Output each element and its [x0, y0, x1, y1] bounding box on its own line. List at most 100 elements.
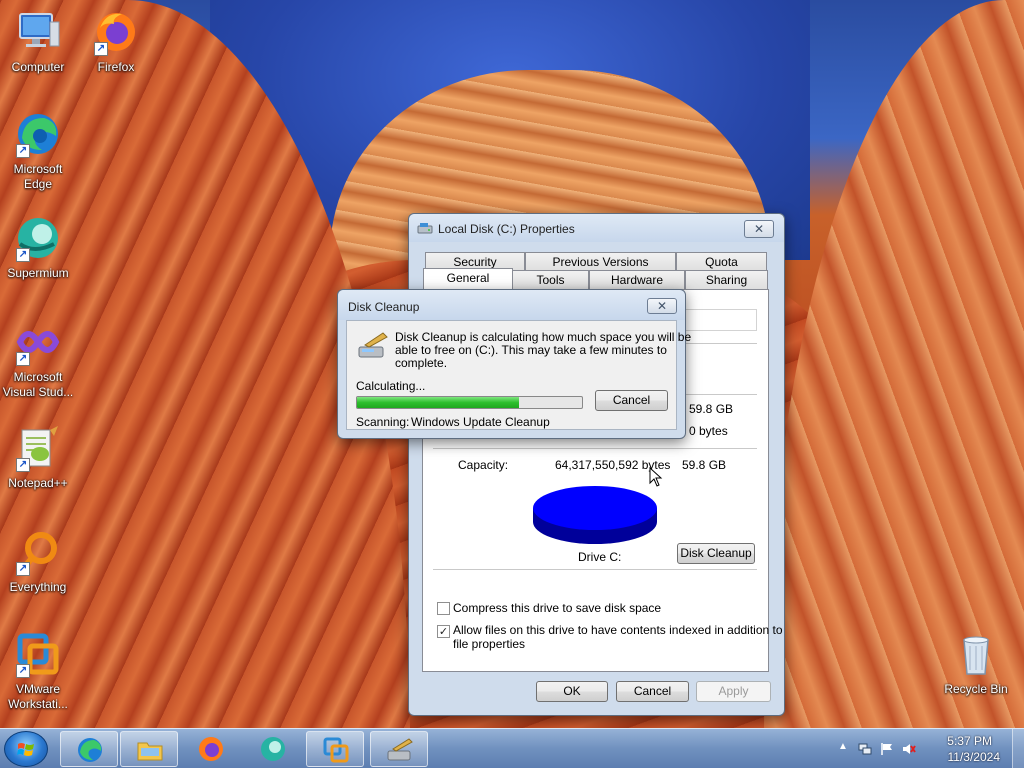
index-checkbox[interactable]: ✓: [437, 625, 450, 638]
desktop-icon-edge[interactable]: ↗ Microsoft Edge: [0, 110, 76, 192]
taskbar-firefox[interactable]: [182, 731, 240, 767]
taskbar-edge[interactable]: [60, 731, 118, 767]
separator: [433, 448, 757, 449]
computer-icon: [14, 8, 62, 56]
shortcut-arrow-icon: ↗: [16, 352, 30, 366]
index-label-line2: file properties: [453, 637, 526, 651]
action-center-flag-icon[interactable]: [880, 742, 894, 756]
cleanup-message-line2: able to free on (C:). This may take a fe…: [395, 343, 667, 357]
compress-label: Compress this drive to save disk space: [453, 601, 662, 615]
compress-checkbox[interactable]: [437, 602, 450, 615]
cleanup-progress-bar: [356, 396, 583, 409]
visual-studio-icon: ↗: [14, 318, 62, 366]
disk-cleanup-body: Disk Cleanup is calculating how much spa…: [346, 320, 691, 430]
disk-cleanup-icon: [358, 332, 388, 358]
shortcut-arrow-icon: ↗: [16, 144, 30, 158]
show-desktop-button[interactable]: [1012, 729, 1024, 768]
supermium-icon: ↗: [14, 214, 62, 262]
separator: [433, 569, 757, 570]
desktop-icon-label: Everything: [9, 580, 67, 594]
checkmark-icon: ✓: [438, 625, 449, 638]
disk-cleanup-close-button[interactable]: ✕: [647, 298, 677, 314]
shortcut-arrow-icon: ↗: [16, 664, 30, 678]
cancel-button[interactable]: Cancel: [616, 681, 689, 702]
progress-fill: [357, 397, 519, 408]
scanning-value: Windows Update Cleanup: [411, 415, 550, 429]
desktop-icon-visual-studio[interactable]: ↗ Microsoft Visual Stud...: [0, 318, 76, 400]
start-button[interactable]: [4, 731, 48, 767]
network-icon[interactable]: [858, 742, 872, 756]
edge-icon: [78, 738, 102, 762]
system-tray: ▲ 5:37 PM 11/3/2024: [834, 729, 1024, 768]
properties-titlebar[interactable]: Local Disk (C:) Properties ✕: [409, 214, 784, 242]
desktop-icon-recycle-bin[interactable]: Recycle Bin: [938, 630, 1014, 697]
vmware-icon: ↗: [14, 630, 62, 678]
shortcut-arrow-icon: ↗: [16, 562, 30, 576]
vmware-icon: [323, 737, 349, 763]
volume-muted-icon[interactable]: [902, 742, 916, 756]
desktop-icon-firefox[interactable]: ↗ Firefox: [78, 8, 154, 75]
capacity-gb: 59.8 GB: [682, 458, 727, 472]
tab-general[interactable]: General: [423, 268, 513, 289]
volume-label-field[interactable]: [685, 309, 757, 331]
disk-cleanup-titlebar[interactable]: Disk Cleanup ✕: [338, 290, 685, 320]
mouse-cursor-icon: [649, 467, 663, 487]
firefox-icon: [199, 737, 223, 761]
disk-usage-pie: [533, 486, 657, 544]
scanning-label: Scanning:: [356, 415, 410, 429]
free-space-bytes: 0 bytes: [689, 424, 728, 438]
desktop-icon-label: Microsoft Visual Stud...: [2, 370, 74, 399]
disk-cleanup-cancel-button[interactable]: Cancel: [595, 390, 668, 411]
firefox-icon: ↗: [92, 8, 140, 56]
drive-label: Drive C:: [578, 550, 622, 564]
desktop-icon-label: Computer: [11, 60, 65, 74]
disk-cleanup-button[interactable]: Disk Cleanup: [677, 543, 755, 564]
show-hidden-icons-icon[interactable]: ▲: [838, 741, 852, 755]
clock-time[interactable]: 5:37 PM: [947, 734, 992, 748]
shortcut-arrow-icon: ↗: [16, 248, 30, 262]
disk-cleanup-window: Disk Cleanup ✕ Disk Cleanup is calculati…: [337, 289, 691, 439]
properties-close-button[interactable]: ✕: [744, 220, 774, 238]
tab-quota[interactable]: Quota: [676, 252, 767, 271]
desktop-icon-label: Notepad++: [8, 476, 68, 490]
tab-hardware[interactable]: Hardware: [589, 270, 685, 289]
shortcut-arrow-icon: ↗: [94, 42, 108, 56]
notepadpp-icon: ↗: [14, 424, 62, 472]
taskbar-file-explorer[interactable]: [120, 731, 178, 767]
taskbar-supermium[interactable]: [244, 731, 302, 767]
shortcut-arrow-icon: ↗: [16, 458, 30, 472]
edge-icon: ↗: [14, 110, 62, 158]
index-label-line1: Allow files on this drive to have conten…: [453, 623, 783, 637]
cleanup-message-line1: Disk Cleanup is calculating how much spa…: [395, 330, 692, 344]
tab-previous-versions[interactable]: Previous Versions: [525, 252, 676, 271]
desktop-icon-label: VMware Workstati...: [8, 682, 68, 711]
desktop-icon-label: Microsoft Edge: [13, 162, 63, 191]
windows-logo-icon: [17, 743, 34, 756]
capacity-label: Capacity:: [458, 458, 509, 472]
calculating-label: Calculating...: [356, 379, 426, 393]
taskbar-disk-cleanup[interactable]: [370, 731, 428, 767]
recycle-bin-icon: [952, 630, 1000, 678]
clock-date[interactable]: 11/3/2024: [948, 750, 1001, 764]
desktop-icon-everything[interactable]: ↗ Everything: [0, 528, 76, 595]
used-space-gb: 59.8 GB: [689, 402, 734, 416]
folder-icon: [137, 742, 163, 761]
apply-button[interactable]: Apply: [696, 681, 771, 702]
desktop-icon-label: Firefox: [97, 60, 135, 74]
taskbar-vmware[interactable]: [306, 731, 364, 767]
disk-cleanup-title: Disk Cleanup: [348, 300, 420, 314]
cleanup-message-line3: complete.: [395, 356, 448, 370]
ok-button[interactable]: OK: [536, 681, 608, 702]
drive-icon: [417, 221, 433, 235]
desktop-icon-notepadpp[interactable]: ↗ Notepad++: [0, 424, 76, 491]
desktop-icon-vmware[interactable]: ↗ VMware Workstati...: [0, 630, 76, 712]
desktop-icon-computer[interactable]: Computer: [0, 8, 76, 75]
everything-icon: ↗: [14, 528, 62, 576]
tab-tools[interactable]: Tools: [512, 270, 589, 289]
supermium-icon: [261, 737, 285, 761]
properties-title: Local Disk (C:) Properties: [438, 222, 575, 236]
tab-sharing[interactable]: Sharing: [685, 270, 768, 289]
desktop-icon-label: Recycle Bin: [944, 682, 1008, 696]
desktop-icon-supermium[interactable]: ↗ Supermium: [0, 214, 76, 281]
pie-used-slice: [533, 486, 657, 530]
